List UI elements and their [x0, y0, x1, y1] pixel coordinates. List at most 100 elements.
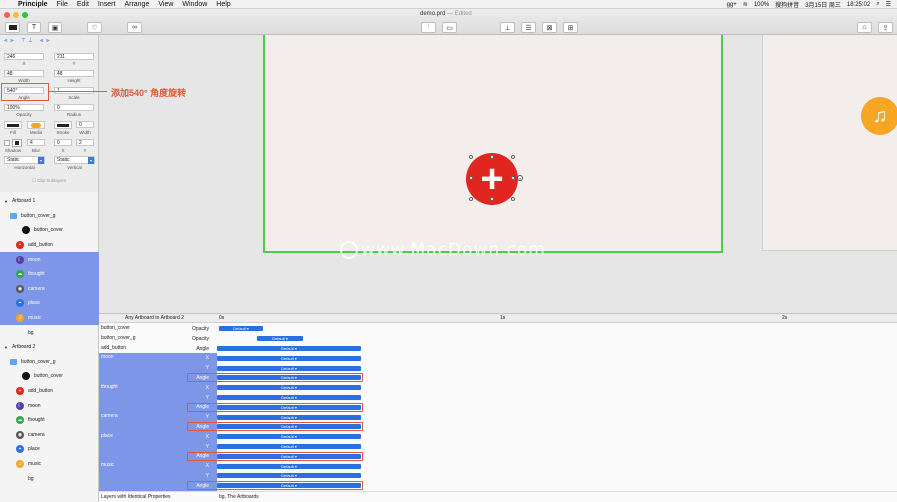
- shadow-x-field[interactable]: 0: [54, 139, 72, 146]
- curve-bar[interactable]: Default ▾: [217, 394, 361, 400]
- curve-bar[interactable]: Default ▾: [217, 385, 361, 391]
- resize-handle[interactable]: [490, 155, 494, 159]
- layer-row[interactable]: ♫ music: [0, 310, 99, 326]
- battery-status[interactable]: 100%: [754, 2, 769, 8]
- resize-handle[interactable]: [511, 176, 515, 180]
- artboard-2[interactable]: [762, 35, 897, 251]
- layer-row[interactable]: ☾ moon: [0, 252, 99, 267]
- layer-row[interactable]: ◉ camera: [0, 281, 99, 297]
- menu-arrange[interactable]: Arrange: [124, 1, 149, 8]
- stroke-width-field[interactable]: 0: [76, 121, 94, 128]
- size-button[interactable]: ⊠: [542, 22, 557, 33]
- layer-row[interactable]: button_cover: [0, 369, 99, 384]
- wifi-icon[interactable]: ≋: [743, 1, 748, 8]
- menu-edit[interactable]: Edit: [77, 1, 89, 8]
- layer-row[interactable]: button_cover_g: [0, 209, 99, 224]
- time-status[interactable]: 18:25:02: [847, 2, 870, 8]
- preview-button[interactable]: ▭: [442, 22, 457, 33]
- curve-bar[interactable]: Default ▾: [217, 473, 361, 479]
- layer-row[interactable]: ▼ Artboard 1: [0, 194, 99, 209]
- zoom-window-button[interactable]: [22, 12, 28, 18]
- disclosure-triangle-icon[interactable]: ▼: [4, 199, 8, 204]
- artboard-1[interactable]: [263, 35, 723, 253]
- menu-insert[interactable]: Insert: [98, 1, 116, 8]
- notification-icon[interactable]: ☰: [886, 1, 891, 8]
- layer-row[interactable]: ☾ moon: [0, 398, 99, 413]
- search-icon[interactable]: ⌕: [876, 1, 879, 8]
- vertical-select[interactable]: Static ▾: [54, 156, 95, 164]
- opacity-field[interactable]: 100%: [4, 104, 44, 111]
- distribute-h-button[interactable]: ⊥: [500, 22, 515, 33]
- group-button[interactable]: ⊞: [563, 22, 578, 33]
- distribute-v-button[interactable]: ☰: [521, 22, 536, 33]
- clip-sublayers-checkbox[interactable]: ☐ Clip Sublayers: [32, 178, 66, 184]
- layer-row[interactable]: button_cover: [0, 223, 99, 238]
- music-button[interactable]: ♫: [861, 97, 897, 135]
- rectangle-tool-button[interactable]: [5, 22, 20, 33]
- curve-bar[interactable]: Default ▾: [217, 414, 361, 420]
- transition-title[interactable]: Any Artboard to Artboard 2: [125, 315, 184, 321]
- stroke-width-label: Width: [79, 130, 91, 135]
- extra-status[interactable]: gg+: [727, 2, 737, 8]
- curve-bar[interactable]: Default ▾: [257, 336, 303, 342]
- shadow-y-field[interactable]: 2: [76, 139, 94, 146]
- curve-bar[interactable]: Default ▾: [217, 365, 361, 371]
- component-button[interactable]: ♡: [87, 22, 102, 33]
- text-tool-button[interactable]: T: [27, 22, 41, 33]
- layer-row[interactable]: ◉ camera: [0, 428, 99, 443]
- curve-bar[interactable]: Default ▾: [217, 434, 361, 440]
- layer-row[interactable]: bg: [0, 471, 99, 486]
- layer-row[interactable]: ▼ Artboard 2: [0, 340, 99, 355]
- shadow-color[interactable]: [12, 139, 22, 147]
- resize-handle[interactable]: [511, 155, 515, 159]
- curve-bar[interactable]: Default ▾: [217, 345, 361, 351]
- resize-handle[interactable]: [511, 197, 515, 201]
- height-field[interactable]: 48: [54, 70, 94, 77]
- radius-field[interactable]: 0: [54, 104, 94, 111]
- width-field[interactable]: 48: [4, 70, 44, 77]
- align-button[interactable]: ⫶: [421, 22, 436, 33]
- stroke-swatch[interactable]: [54, 121, 72, 129]
- artboard-tool-button[interactable]: ▣: [48, 22, 62, 33]
- layer-row[interactable]: ⌖ place: [0, 296, 99, 311]
- layer-row[interactable]: ♫ music: [0, 457, 99, 472]
- disclosure-triangle-icon[interactable]: ▼: [4, 345, 8, 350]
- minimize-window-button[interactable]: [13, 12, 19, 18]
- menu-help[interactable]: Help: [216, 1, 230, 8]
- layer-row[interactable]: + add_button: [0, 238, 99, 253]
- curve-bar[interactable]: Default ▾: [217, 355, 361, 361]
- layer-row[interactable]: ☁ thought: [0, 413, 99, 428]
- menu-file[interactable]: File: [57, 1, 68, 8]
- x-field[interactable]: 246: [4, 53, 44, 60]
- menu-view[interactable]: View: [158, 1, 173, 8]
- export-button[interactable]: ⇪: [878, 22, 893, 33]
- layer-row[interactable]: ☁ thought: [0, 267, 99, 282]
- horizontal-select[interactable]: Static ▾: [4, 156, 45, 164]
- date-status[interactable]: 3月15日 周三: [805, 0, 841, 9]
- tutorial-button[interactable]: ⌂: [857, 22, 872, 33]
- resize-handle[interactable]: [469, 155, 473, 159]
- resize-handle[interactable]: [490, 197, 494, 201]
- y-field[interactable]: 211: [54, 53, 94, 60]
- event-button[interactable]: ∞: [127, 22, 142, 33]
- menu-window[interactable]: Window: [182, 1, 207, 8]
- input-method[interactable]: 搜狗拼音: [775, 0, 799, 9]
- resize-handle[interactable]: [469, 176, 473, 180]
- fill-swatch[interactable]: [4, 121, 22, 129]
- rotate-handle[interactable]: ×: [517, 175, 523, 181]
- curve-bar[interactable]: Default ▾: [217, 463, 361, 469]
- layer-row[interactable]: bg: [0, 325, 99, 340]
- curve-bar[interactable]: Default ▾: [217, 443, 361, 449]
- media-swatch[interactable]: [27, 121, 45, 129]
- layer-row[interactable]: + add_button: [0, 384, 99, 399]
- blur-field[interactable]: 4: [27, 139, 45, 146]
- layer-row[interactable]: ⌖ place: [0, 442, 99, 457]
- canvas[interactable]: ♫ + ×: [99, 35, 897, 313]
- close-window-button[interactable]: [4, 12, 10, 18]
- shadow-checkbox[interactable]: [4, 140, 10, 146]
- layer-row[interactable]: button_cover_g: [0, 355, 99, 370]
- app-menu[interactable]: Principle: [18, 1, 48, 8]
- curve-bar[interactable]: Default ▾: [219, 326, 263, 332]
- resize-handle[interactable]: [469, 197, 473, 201]
- alignment-icons[interactable]: ⫷⫸ ⊤⊥ ⫷⫸: [4, 38, 96, 45]
